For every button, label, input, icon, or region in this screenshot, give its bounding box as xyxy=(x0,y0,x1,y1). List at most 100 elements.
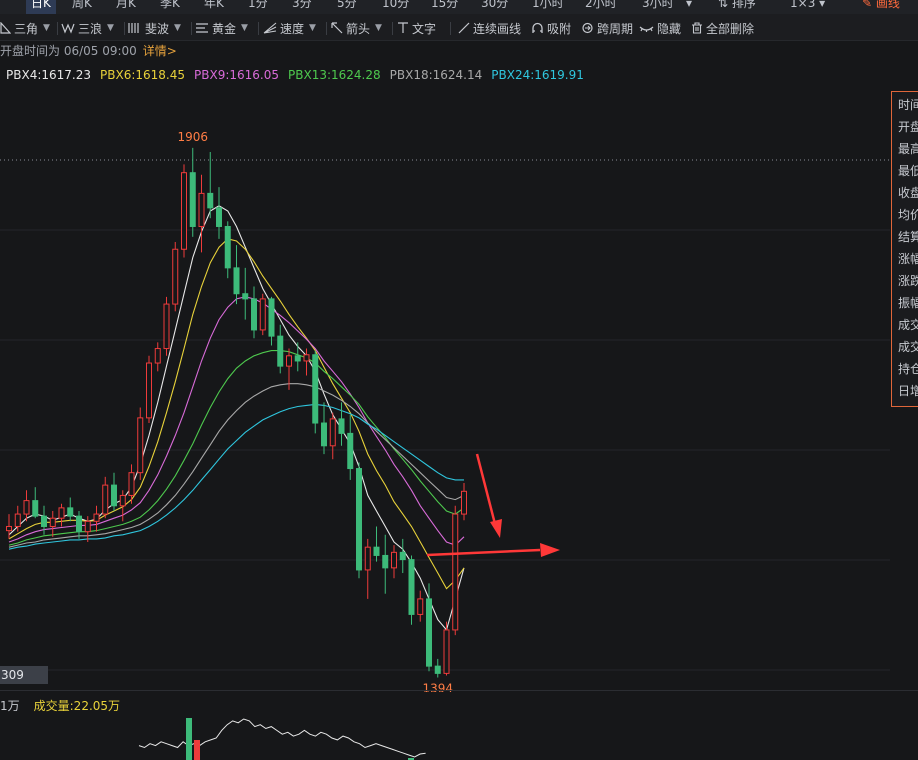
candle-body xyxy=(102,484,109,515)
candle-body xyxy=(303,354,310,362)
period-tab[interactable]: 年K xyxy=(204,0,224,14)
layout-button[interactable]: 1×3 ▾ xyxy=(790,0,825,14)
candle-body xyxy=(84,520,91,533)
toolbar-divider xyxy=(191,22,192,35)
candle-body xyxy=(391,551,397,569)
text-tool[interactable]: 文字 xyxy=(397,19,436,37)
candle-body xyxy=(137,417,144,474)
volume-bar xyxy=(194,740,200,760)
chevron-down-icon[interactable]: ▾ xyxy=(686,0,692,14)
candle-body xyxy=(49,517,56,527)
info-panel-label: 收盘 xyxy=(898,186,918,200)
sort-button[interactable]: ⇅ 排序 xyxy=(718,0,756,14)
delete-all-button[interactable]: 全部删除 xyxy=(691,19,754,37)
candle-body xyxy=(181,172,187,250)
info-panel-label: 持仓 xyxy=(898,362,918,376)
candle-body xyxy=(163,303,170,350)
wave-tool[interactable]: 三浪 ▼ xyxy=(61,19,114,37)
candle-body xyxy=(224,225,231,269)
candle-body xyxy=(154,348,161,364)
period-bar: 日K 周K 月K 季K 年K 1分 3分 5分 10分 15分 30分 1小时 2小时 3小时 ▾ ⇅ 排序 1… xyxy=(0,0,918,14)
period-tab[interactable]: 1小时 xyxy=(532,0,564,14)
period-tab[interactable]: 季K xyxy=(160,0,180,14)
chevron-down-icon: ▼ xyxy=(174,23,181,33)
volume-chart[interactable] xyxy=(0,712,890,760)
volume-unit: 1万 xyxy=(0,699,20,713)
triangle-tool[interactable]: 三角 ▼ xyxy=(0,19,50,37)
period-tab[interactable]: 5分 xyxy=(337,0,357,14)
candle-body xyxy=(216,207,222,227)
hide-label: 隐藏 xyxy=(657,21,682,36)
period-tab[interactable]: 3分 xyxy=(292,0,312,14)
fibonacci-tool[interactable]: 斐波 ▼ xyxy=(128,19,181,37)
info-panel-label: 开盘 xyxy=(898,120,918,134)
toolbar-divider xyxy=(57,22,58,35)
hide-toggle[interactable]: 隐藏 xyxy=(639,19,681,37)
period-tab[interactable]: 1分 xyxy=(248,0,268,14)
chevron-down-icon: ▼ xyxy=(375,23,382,33)
info-panel-label: 均价 xyxy=(898,208,918,222)
toolbar-divider xyxy=(450,22,451,35)
draw-line-button[interactable]: ✎ 画线 xyxy=(862,0,900,14)
period-tab[interactable]: 30分 xyxy=(481,0,508,14)
volume-bar xyxy=(186,718,192,760)
speed-fan-icon xyxy=(263,22,277,34)
candle-body xyxy=(146,362,152,419)
candle-body xyxy=(32,500,39,517)
chevron-down-icon: ▼ xyxy=(43,23,50,33)
info-panel-label: 成交 xyxy=(898,318,918,332)
ma-legend-item: PBX24:1619.91 xyxy=(491,68,584,82)
candle-body xyxy=(356,468,362,571)
candle-body xyxy=(294,355,301,362)
candlestick-chart[interactable]: 19061394 xyxy=(0,92,890,692)
speed-tool-label: 速度 xyxy=(280,21,305,36)
triangle-tool-label: 三角 xyxy=(14,21,39,36)
period-tab[interactable]: 10分 xyxy=(382,0,409,14)
period-tab[interactable]: 15分 xyxy=(431,0,458,14)
period-tab[interactable]: 2小时 xyxy=(585,0,617,14)
volume-divider xyxy=(0,690,918,691)
speed-tool[interactable]: 速度 ▼ xyxy=(263,19,316,37)
arrow-icon xyxy=(331,22,343,34)
candle-body xyxy=(6,525,12,532)
cross-period-toggle[interactable]: 跨周期 xyxy=(581,19,633,37)
period-tab[interactable]: 周K xyxy=(72,0,92,14)
wave-tool-label: 三浪 xyxy=(78,21,103,36)
candle-body xyxy=(312,354,319,424)
cross-period-label: 跨周期 xyxy=(597,21,634,36)
period-tab[interactable]: 日K xyxy=(26,0,56,14)
chevron-down-icon: ▼ xyxy=(107,23,114,33)
ma-legend: PBX4:1617.23 PBX6:1618.45 PBX9:1616.05 PBX1… xyxy=(6,68,593,84)
magnet-icon xyxy=(531,22,544,34)
candle-body xyxy=(242,293,249,300)
info-panel-label: 振幅 xyxy=(898,296,918,310)
detail-link[interactable]: 详情> xyxy=(143,44,177,58)
snap-label: 吸附 xyxy=(547,21,572,36)
annotation-arrow-line xyxy=(475,453,497,525)
period-tab[interactable]: 月K xyxy=(116,0,136,14)
info-panel-label: 成交 xyxy=(898,340,918,354)
candle-body xyxy=(364,546,371,571)
text-tool-label: 文字 xyxy=(412,21,437,36)
period-tab[interactable]: 3小时 xyxy=(642,0,674,14)
candle-body xyxy=(373,546,380,556)
golden-tool[interactable]: 黄金 ▼ xyxy=(195,19,248,37)
candle-body xyxy=(207,192,214,209)
continuous-line-label: 连续画线 xyxy=(473,21,522,36)
candle-body xyxy=(93,513,100,522)
continuous-line-tool[interactable]: 连续画线 xyxy=(458,19,521,37)
delete-all-label: 全部删除 xyxy=(706,21,755,36)
candle-body xyxy=(172,248,179,305)
candle-body xyxy=(338,418,345,434)
toolbar-divider xyxy=(326,22,327,35)
snap-toggle[interactable]: 吸附 xyxy=(531,19,571,37)
toolbar-divider xyxy=(392,22,393,35)
candle-body xyxy=(426,598,432,667)
candle-body xyxy=(189,172,196,227)
triangle-icon xyxy=(0,22,11,34)
wave-icon xyxy=(61,22,75,34)
arrow-tool[interactable]: 箭头 ▼ xyxy=(331,19,382,37)
candle-body xyxy=(76,515,82,533)
candle-body xyxy=(23,500,30,515)
toolbar-divider xyxy=(124,22,125,35)
